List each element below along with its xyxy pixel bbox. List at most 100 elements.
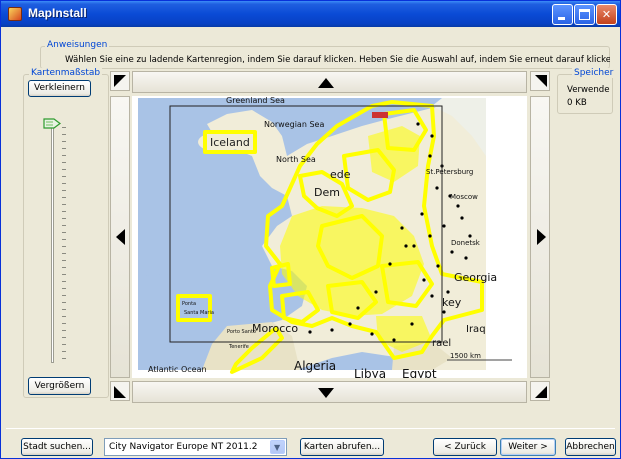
pan-southeast-button[interactable] <box>530 381 550 401</box>
label-canary-partial: Tenerife <box>228 344 249 350</box>
label-georgia: Georgia <box>454 271 497 284</box>
city-dot <box>410 322 414 326</box>
pan-northeast-button[interactable] <box>530 71 550 91</box>
cancel-button[interactable]: Abbrechen <box>565 438 616 456</box>
pan-southwest-button[interactable] <box>110 381 130 401</box>
zoom-in-button[interactable]: Vergrößern <box>28 377 91 395</box>
map-canvas[interactable]: Greenland Sea Norwegian Sea Iceland Nort… <box>132 96 527 378</box>
maximize-icon <box>579 9 590 20</box>
app-icon <box>8 7 22 21</box>
label-donetsk: Donetsk <box>451 239 481 247</box>
zoom-slider-track[interactable] <box>51 123 54 363</box>
city-dot <box>370 332 374 336</box>
slider-tick <box>62 288 66 289</box>
fetch-maps-button[interactable]: Karten abrufen... <box>300 438 384 456</box>
slider-tick <box>62 148 66 149</box>
city-dot <box>435 186 439 190</box>
slider-tick <box>62 253 66 254</box>
slider-tick <box>62 218 66 219</box>
slider-tick <box>62 274 66 275</box>
instructions-text: Wählen Sie eine zu ladende Kartenregion,… <box>65 55 610 65</box>
next-button[interactable]: Weiter > <box>500 438 556 456</box>
label-moscow: Moscow <box>450 193 478 201</box>
title-bar[interactable]: MapInstall ✕ <box>1 1 620 27</box>
slider-tick <box>62 330 66 331</box>
find-city-button[interactable]: Stadt suchen... <box>21 438 93 456</box>
slider-tick <box>62 169 66 170</box>
pan-east-button[interactable] <box>530 96 550 378</box>
city-dot <box>456 204 460 208</box>
storage-legend: Speicher <box>572 68 616 78</box>
instructions-legend: Anweisungen <box>45 40 110 50</box>
city-dot <box>442 224 446 228</box>
label-egypt: Egypt <box>402 367 437 378</box>
slider-tick <box>62 141 66 142</box>
label-north-sea: North Sea <box>276 155 316 164</box>
storage-value: 0 KB <box>567 98 587 108</box>
arrow-southwest-icon <box>114 386 126 398</box>
slider-tick <box>62 239 66 240</box>
city-dot <box>404 244 408 248</box>
map-product-select[interactable]: City Navigator Europe NT 2011.2 ▼ <box>104 438 287 456</box>
city-dot <box>420 212 424 216</box>
pan-northwest-button[interactable] <box>110 71 130 91</box>
slider-tick <box>62 302 66 303</box>
mapinstall-window: MapInstall ✕ Anweisungen Wählen Sie eine… <box>0 0 621 459</box>
city-dot <box>416 122 420 126</box>
city-dot <box>392 338 396 342</box>
slider-tick <box>62 323 66 324</box>
label-greenland-sea: Greenland Sea <box>226 96 285 105</box>
scale-group <box>23 74 109 398</box>
pan-north-button[interactable] <box>132 71 527 93</box>
city-dot <box>330 328 334 332</box>
zoom-out-button[interactable]: Verkleinern <box>28 80 91 97</box>
city-dot <box>308 330 312 334</box>
city-dot <box>430 294 434 298</box>
city-dot <box>388 262 392 266</box>
chevron-down-icon: ▼ <box>274 443 281 452</box>
city-dot <box>442 310 446 314</box>
back-button[interactable]: < Zurück <box>433 438 497 456</box>
city-dot <box>428 154 432 158</box>
city-dot <box>374 290 378 294</box>
zoom-slider-thumb[interactable] <box>43 118 61 129</box>
slider-tick <box>62 316 66 317</box>
pan-south-button[interactable] <box>132 381 527 403</box>
close-button[interactable]: ✕ <box>596 4 617 25</box>
label-morocco: Morocco <box>252 322 298 335</box>
slider-tick <box>62 183 66 184</box>
label-norwegian-sea: Norwegian Sea <box>264 120 324 129</box>
slider-tick <box>62 344 66 345</box>
scale-legend: Kartenmaßstab <box>29 68 103 78</box>
label-sweden-partial: ede <box>330 168 351 181</box>
window-title: MapInstall <box>28 6 87 20</box>
label-libya: Libya <box>354 367 386 378</box>
maximize-button[interactable] <box>574 4 595 25</box>
pan-west-button[interactable] <box>110 96 130 378</box>
slider-tick <box>62 267 66 268</box>
minimize-button[interactable] <box>552 4 573 25</box>
city-dot <box>450 250 454 254</box>
city-dot <box>412 244 416 248</box>
storage-label: Verwende <box>567 85 610 95</box>
label-st-petersburg: St.Petersburg <box>426 168 473 176</box>
slider-tick <box>62 337 66 338</box>
city-dot <box>460 216 464 220</box>
footer-separator <box>6 428 615 429</box>
city-dot <box>400 226 404 230</box>
slider-tick <box>62 162 66 163</box>
city-dot <box>356 306 360 310</box>
arrow-right-icon <box>537 229 546 245</box>
arrow-left-icon <box>116 229 125 245</box>
city-dot <box>464 256 468 260</box>
slider-tick <box>62 260 66 261</box>
slider-tick <box>62 281 66 282</box>
map-flag-marker <box>372 112 388 118</box>
slider-tick <box>62 211 66 212</box>
map-image[interactable]: Greenland Sea Norwegian Sea Iceland Nort… <box>132 96 527 378</box>
label-denmark-partial: Dem <box>314 186 340 199</box>
arrow-northeast-icon <box>535 75 547 87</box>
label-azores-partial: Ponta <box>182 301 196 307</box>
dropdown-button[interactable]: ▼ <box>270 440 285 454</box>
slider-tick <box>62 225 66 226</box>
